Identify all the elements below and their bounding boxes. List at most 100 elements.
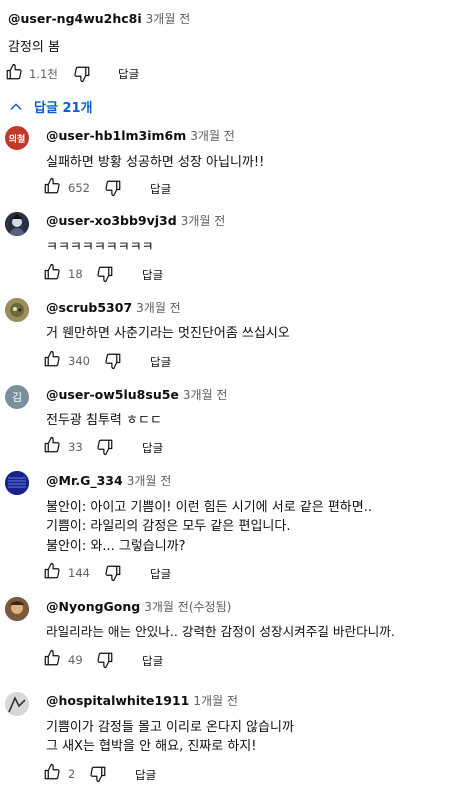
reply-text-line: 불안이: 아이고 기쁨이! 이런 힘든 시기에 서로 같은 편하면.. [46,500,372,515]
avatar[interactable] [5,212,29,236]
reply-button[interactable]: 답글 [150,566,171,582]
avatar-image [5,212,29,236]
avatar-text: 의철 [8,134,26,145]
replies-toggle-label: 답글 21개 [34,101,93,116]
like-count: 33 [68,440,83,454]
thumb-up-icon [44,649,60,666]
thumb-up-icon [44,350,60,367]
reply-text: 라일리라는 애는 안있나.. 강력한 감정이 성장시켜주길 바란다니까. [46,624,395,639]
author-handle[interactable]: @user-ng4wu2hc8i [8,11,142,26]
reply-header: @user-ow5lu8su5e 3개월 전 [46,386,227,403]
thumb-up-icon [44,436,60,453]
reply-text: 전두광 침투력 ㅎㄷㄷ [46,413,162,428]
reply-button[interactable]: 답글 [142,653,163,669]
avatar[interactable] [5,471,29,495]
chevron-up-icon [8,99,24,115]
avatar[interactable]: 의철 [5,126,29,150]
reply-text: ㅋㅋㅋㅋㅋㅋㅋㅋㅋ [46,240,154,255]
like-count: 1.1천 [29,67,58,81]
reply-header: @NyongGong 3개월 전(수정됨) [46,598,231,615]
thumb-down-icon [97,652,113,669]
reply-text: 실패하면 방황 성공하면 성장 아닙니까!! [46,155,265,170]
thumb-up-icon [44,562,60,579]
like-count: 18 [68,267,83,281]
reply-button[interactable]: 답글 [142,267,163,283]
dislike-button[interactable] [104,179,122,197]
reply-button[interactable]: 답글 [118,66,139,82]
author-handle[interactable]: @hospitalwhite1911 [46,693,189,708]
like-button[interactable] [43,350,61,368]
thumb-down-icon [74,66,90,83]
author-handle[interactable]: @user-hb1lm3im6m [46,128,186,143]
top-comment-header: @user-ng4wu2hc8i 3개월 전 [8,10,190,27]
avatar-image [5,471,29,495]
like-count: 49 [68,653,83,667]
reply-button[interactable]: 답글 [150,181,171,197]
author-handle[interactable]: @NyongGong [46,599,140,614]
thumb-up-icon [44,177,60,194]
reply-button[interactable]: 답글 [142,440,163,456]
avatar-text: 김 [11,391,23,404]
reply-header: @user-hb1lm3im6m 3개월 전 [46,127,235,144]
like-button[interactable] [43,436,61,454]
reply-text-line: 기쁨이: 라일리의 감정은 모두 같은 편입니다. [46,519,291,534]
avatar-image [5,298,29,322]
like-button[interactable] [5,63,23,81]
avatar[interactable] [5,298,29,322]
author-handle[interactable]: @user-ow5lu8su5e [46,387,179,402]
dislike-button[interactable] [96,438,114,456]
dislike-button[interactable] [96,265,114,283]
reply-header: @Mr.G_334 3개월 전 [46,472,171,489]
avatar-image [5,597,29,621]
reply-text-line: 불안이: 와... 그렇습니까? [46,539,186,554]
like-button[interactable] [43,562,61,580]
like-button[interactable] [43,177,61,195]
comment-time[interactable]: 3개월 전(수정됨) [144,600,231,614]
thumb-down-icon [105,180,121,197]
reply-header: @scrub5307 3개월 전 [46,299,181,316]
dislike-button[interactable] [104,352,122,370]
comment-time[interactable]: 3개월 전 [136,301,181,315]
like-count: 2 [68,767,76,781]
comment-time[interactable]: 3개월 전 [127,474,172,488]
reply-header: @user-xo3bb9vj3d 3개월 전 [46,212,225,229]
thumb-down-icon [97,439,113,456]
author-handle[interactable]: @user-xo3bb9vj3d [46,213,177,228]
like-button[interactable] [43,763,61,781]
dislike-button[interactable] [73,65,91,83]
replies-toggle-button[interactable]: 답글 21개 [8,97,93,116]
dislike-button[interactable] [89,765,107,783]
avatar[interactable]: 김 [5,385,29,409]
avatar[interactable] [5,597,29,621]
comment-time[interactable]: 3개월 전 [183,388,228,402]
thumb-down-icon [97,266,113,283]
like-count: 340 [68,354,90,368]
thumb-down-icon [105,353,121,370]
reply-text-line: 그 새X는 협박을 안 해요, 진짜로 하지! [46,739,257,754]
like-count: 652 [68,181,90,195]
like-button[interactable] [43,263,61,281]
avatar-image [5,692,29,716]
thumb-down-icon [105,565,121,582]
reply-button[interactable]: 답글 [135,767,156,783]
comment-time[interactable]: 3개월 전 [190,129,235,143]
like-count: 144 [68,566,90,580]
thumb-up-icon [44,763,60,780]
dislike-button[interactable] [96,651,114,669]
reply-header: @hospitalwhite1911 1개월 전 [46,692,238,709]
avatar[interactable] [5,692,29,716]
dislike-button[interactable] [104,564,122,582]
thumb-down-icon [90,766,106,783]
comment-time[interactable]: 1개월 전 [193,694,238,708]
reply-button[interactable]: 답글 [150,354,171,370]
reply-text-line: 기쁨이가 감정들 몰고 이리로 온다지 않습니까 [46,720,294,735]
thumb-up-icon [44,263,60,280]
comment-time[interactable]: 3개월 전 [146,12,191,26]
reply-text: 거 웬만하면 사춘기라는 멋진단어좀 쓰십시오 [46,326,290,341]
thumb-up-icon [6,63,22,80]
comment-time[interactable]: 3개월 전 [181,214,226,228]
author-handle[interactable]: @scrub5307 [46,300,132,315]
comment-text: 감정의 봄 [8,40,60,55]
like-button[interactable] [43,649,61,667]
author-handle[interactable]: @Mr.G_334 [46,473,123,488]
